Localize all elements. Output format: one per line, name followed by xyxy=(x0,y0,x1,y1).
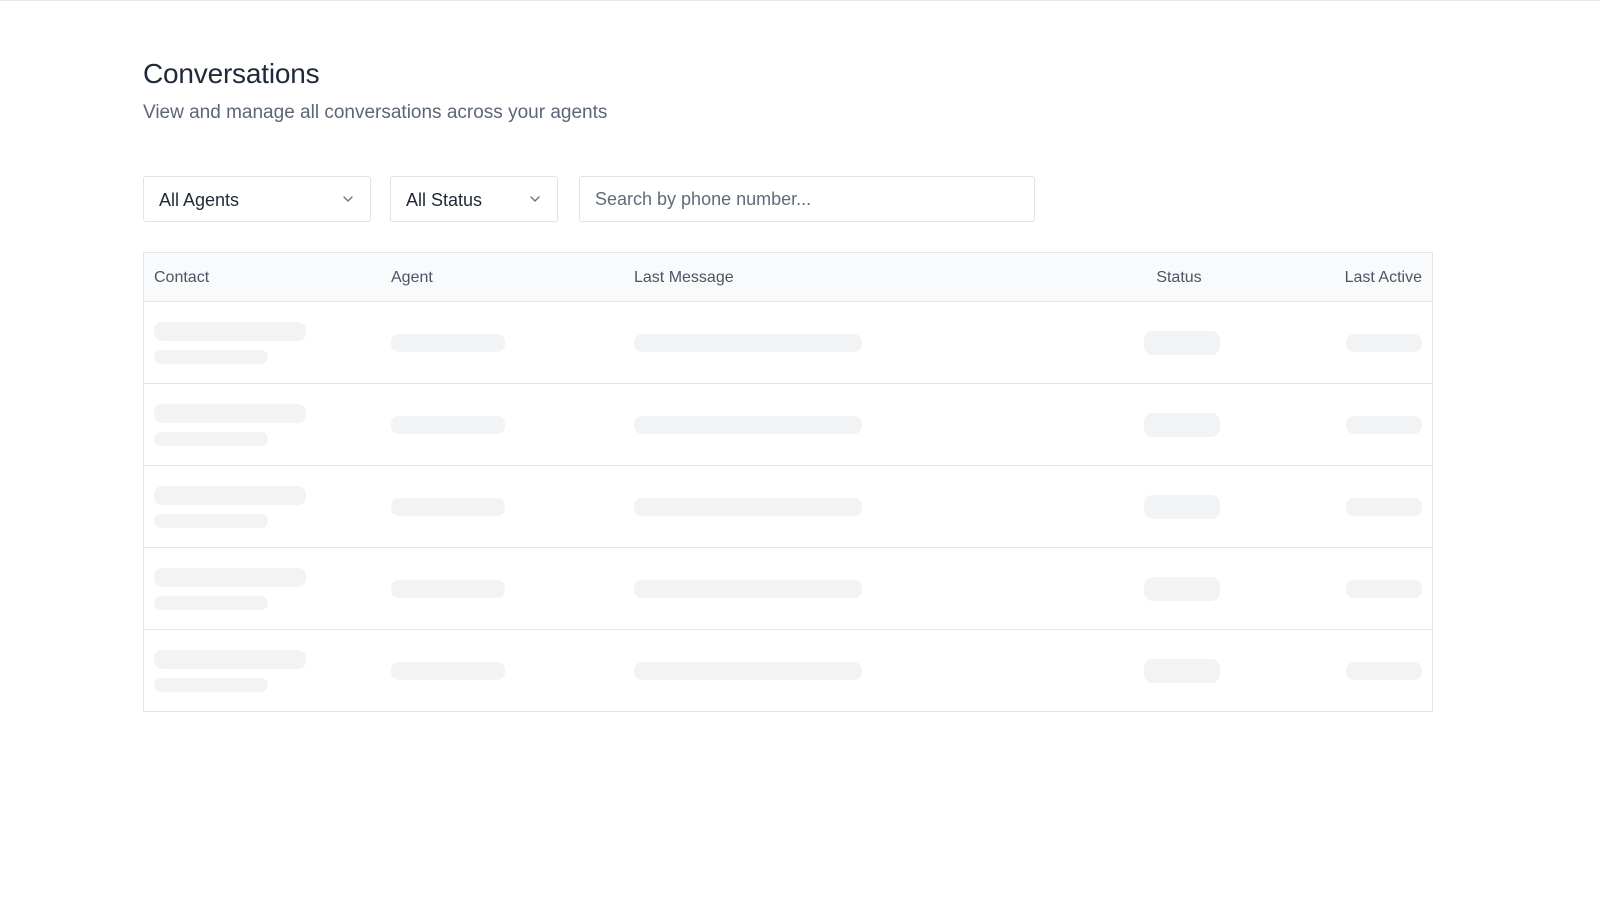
skeleton-contact-phone xyxy=(154,596,268,610)
skeleton-last-active xyxy=(1346,580,1422,598)
skeleton-last-message xyxy=(634,334,862,352)
skeleton-status xyxy=(1144,577,1220,601)
column-header-status[interactable]: Status xyxy=(1139,269,1219,287)
skeleton-contact-phone xyxy=(154,350,268,364)
skeleton-agent xyxy=(391,416,505,434)
column-header-agent[interactable]: Agent xyxy=(391,269,433,287)
skeleton-status xyxy=(1144,495,1220,519)
skeleton-status xyxy=(1144,331,1220,355)
status-filter-value: All Status xyxy=(406,190,483,210)
skeleton-agent xyxy=(391,334,505,352)
skeleton-contact-name xyxy=(154,322,306,341)
skeleton-status xyxy=(1144,659,1220,683)
page-subtitle: View and manage all conversations across… xyxy=(143,102,608,123)
skeleton-contact-name xyxy=(154,404,306,423)
skeleton-contact-name xyxy=(154,486,306,505)
table-row-skeleton xyxy=(144,630,1432,711)
skeleton-last-message xyxy=(634,498,862,516)
skeleton-last-active xyxy=(1346,416,1422,434)
table-row-skeleton xyxy=(144,466,1432,548)
skeleton-contact-name xyxy=(154,568,306,587)
column-header-last-message[interactable]: Last Message xyxy=(634,269,734,287)
skeleton-contact-phone xyxy=(154,678,268,692)
agent-filter-value: All Agents xyxy=(159,190,240,210)
agent-filter-select[interactable]: All Agents xyxy=(143,176,371,222)
skeleton-last-message xyxy=(634,580,862,598)
skeleton-contact-phone xyxy=(154,432,268,446)
skeleton-status xyxy=(1144,413,1220,437)
skeleton-agent xyxy=(391,498,505,516)
skeleton-agent xyxy=(391,580,505,598)
table-row-skeleton xyxy=(144,548,1432,630)
table-row-skeleton xyxy=(144,302,1432,384)
column-header-last-active[interactable]: Last Active xyxy=(1345,269,1422,287)
skeleton-last-message xyxy=(634,662,862,680)
chevron-down-icon xyxy=(530,196,540,202)
status-filter-select[interactable]: All Status xyxy=(390,176,558,222)
skeleton-agent xyxy=(391,662,505,680)
table-row-skeleton xyxy=(144,384,1432,466)
table-header: Contact Agent Last Message Status Last A… xyxy=(144,253,1432,302)
skeleton-contact-phone xyxy=(154,514,268,528)
column-header-contact[interactable]: Contact xyxy=(154,269,209,287)
phone-search-input[interactable] xyxy=(579,176,1035,222)
top-divider xyxy=(0,0,1600,1)
skeleton-last-message xyxy=(634,416,862,434)
conversations-table: Contact Agent Last Message Status Last A… xyxy=(143,252,1433,712)
skeleton-contact-name xyxy=(154,650,306,669)
skeleton-last-active xyxy=(1346,662,1422,680)
skeleton-last-active xyxy=(1346,334,1422,352)
chevron-down-icon xyxy=(343,196,353,202)
page-title: Conversations xyxy=(143,58,320,89)
skeleton-last-active xyxy=(1346,498,1422,516)
